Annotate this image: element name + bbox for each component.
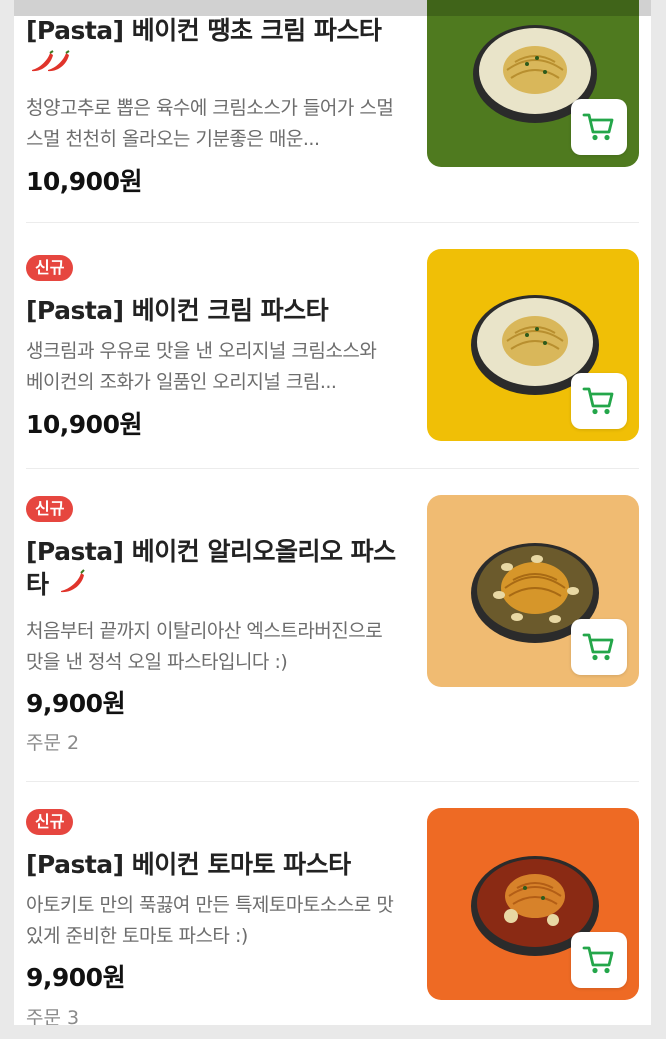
menu-item-description: 처음부터 끝까지 이탈리아산 엑스트라버진으로 맛을 낸 정석 오일 파스타입니… [26, 620, 383, 673]
add-to-cart-button[interactable] [571, 619, 627, 675]
add-to-cart-button[interactable] [571, 99, 627, 155]
menu-list: [Pasta] 베이컨 땡초 크림 파스타 청양고추로 뽑은 육수에 크림소스가… [14, 0, 651, 1025]
menu-item-price: 10,900원 [26, 167, 142, 196]
menu-item-title: [Pasta] 베이컨 토마토 파스타 [26, 850, 351, 879]
menu-item-price: 9,900원 [26, 963, 126, 992]
order-count: 주문 2 [26, 732, 80, 754]
menu-item-thumbnail[interactable] [427, 249, 639, 441]
cart-icon [582, 946, 614, 974]
menu-item-thumbnail[interactable] [427, 495, 639, 687]
menu-item-price: 10,900원 [26, 410, 142, 439]
cart-icon [582, 113, 614, 141]
menu-item-thumbnail[interactable] [427, 0, 639, 167]
new-badge: 신규 [26, 255, 74, 281]
menu-item-title: [Pasta] 베이컨 크림 파스타 [26, 296, 329, 325]
cart-icon [582, 387, 614, 415]
menu-item-description: 청양고추로 뽑은 육수에 크림소스가 들어가 스멀스멀 천천히 올라오는 기분좋… [26, 97, 394, 150]
scroll-shadow [14, 0, 651, 16]
new-badge: 신규 [26, 496, 74, 522]
chili-icon [26, 49, 74, 82]
new-badge: 신규 [26, 809, 74, 835]
menu-item[interactable]: 신규 [Pasta] 베이컨 크림 파스타 생크림과 우유로 맛을 낸 오리지널… [14, 223, 651, 468]
menu-item[interactable]: 신규 [Pasta] 베이컨 알리오올리오 파스타 처음부터 끝까지 이탈리아산… [14, 469, 651, 781]
menu-item-title: [Pasta] 베이컨 알리오올리오 파스타 [26, 535, 406, 603]
chili-icon [57, 569, 89, 603]
cart-icon [582, 633, 614, 661]
menu-item-title: [Pasta] 베이컨 땡초 크림 파스타 [26, 14, 406, 82]
menu-item[interactable]: [Pasta] 베이컨 땡초 크림 파스타 청양고추로 뽑은 육수에 크림소스가… [14, 0, 651, 222]
menu-item-description: 아토키토 만의 푹끓여 만든 특제토마토소스로 맛있게 준비한 토마토 파스타 … [26, 894, 394, 947]
menu-item[interactable]: 신규 [Pasta] 베이컨 토마토 파스타 아토키토 만의 푹끓여 만든 특제… [14, 782, 651, 1025]
order-count: 주문 3 [26, 1007, 80, 1025]
menu-item-thumbnail[interactable] [427, 808, 639, 1000]
add-to-cart-button[interactable] [571, 932, 627, 988]
menu-item-price: 9,900원 [26, 689, 126, 718]
menu-item-description: 생크림과 우유로 맛을 낸 오리지널 크림소스와 베이컨의 조화가 일품인 오리… [26, 340, 377, 393]
add-to-cart-button[interactable] [571, 373, 627, 429]
bottom-edge [0, 1025, 666, 1039]
